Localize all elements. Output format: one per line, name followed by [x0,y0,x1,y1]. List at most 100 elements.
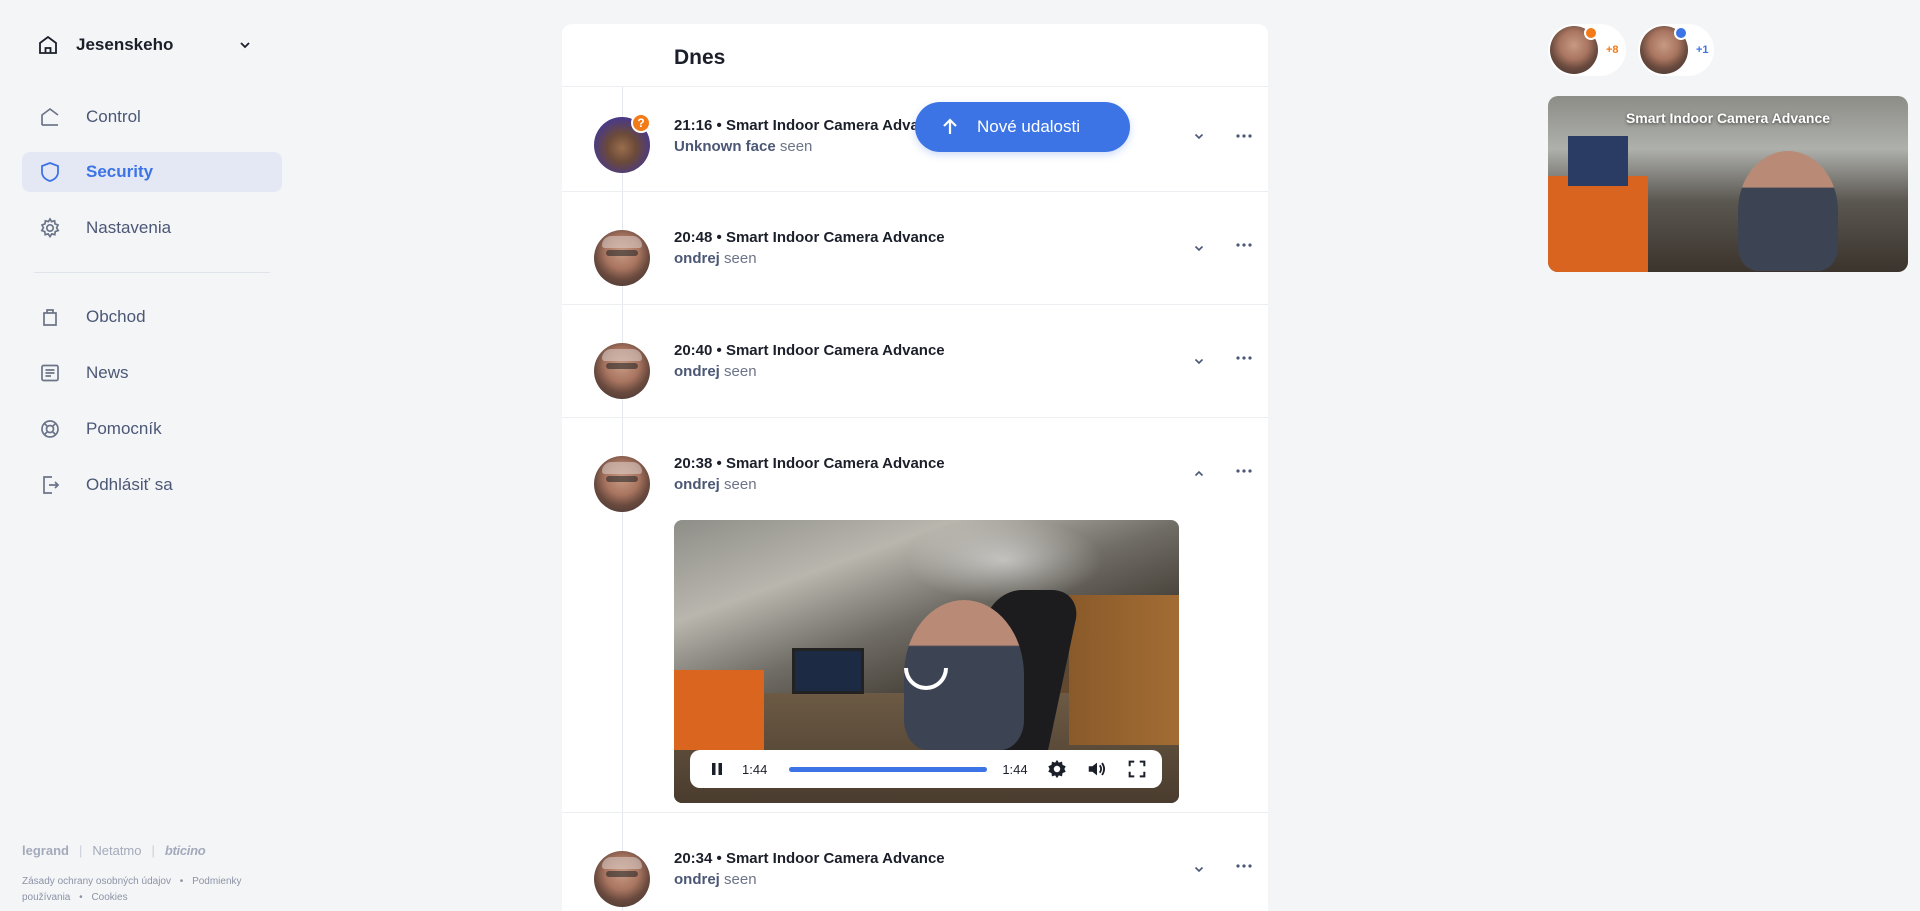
more-options-icon[interactable] [1232,349,1256,367]
event-title: 20:38 • Smart Indoor Camera Advance [674,455,945,472]
sidebar-item-control[interactable]: Control [22,97,282,137]
event-subtitle: Unknown face seen [674,138,812,155]
event-video-player[interactable]: 1:44 1:44 [674,520,1179,803]
event-camera: Smart Indoor Camera Advance [725,229,945,246]
event-person: ondrej [674,363,720,380]
brand-separator: | [78,843,83,858]
camera-frame-scene [1568,136,1628,186]
event-verb: seen [779,138,813,155]
shopping-bag-icon [43,309,57,326]
sidebar-item-shop[interactable]: Obchod [22,297,282,337]
status-dot [1584,26,1598,40]
event-title: 21:16 • Smart Indoor Camera Advance [674,117,945,134]
people-group-chip[interactable]: +8 [1548,24,1626,76]
more-options-icon[interactable] [1232,857,1256,875]
video-frame-scene [1069,595,1179,745]
feed-day-heading: Dnes [674,46,726,69]
event-camera: Smart Indoor Camera Advance [725,850,945,867]
sidebar-item-settings[interactable]: Nastavenia [22,208,282,248]
status-dot [1674,26,1688,40]
cookies-link[interactable]: Cookies [91,892,127,903]
event-row[interactable]: 20:40 • Smart Indoor Camera Advance ondr… [562,305,1268,418]
person-avatar [594,230,650,286]
person-avatar [1640,26,1688,74]
people-count: +1 [1696,44,1709,56]
footer-bullet: • [179,876,184,887]
people-group-chip[interactable]: +1 [1638,24,1714,76]
home-selector[interactable]: Jesenskeho [22,28,268,62]
event-camera: Smart Indoor Camera Advance [725,117,945,134]
home-name: Jesenskeho [76,35,174,54]
shield-icon [41,162,59,182]
event-subtitle: ondrej seen [674,476,757,493]
more-options-icon[interactable] [1232,127,1256,145]
event-verb: seen [724,250,757,267]
brand-logos: legrand | Netatmo | bticino [22,843,206,858]
netatmo-logo: Netatmo [92,843,142,858]
arrow-up-icon [943,118,957,134]
camera-live-card[interactable]: Smart Indoor Camera Advance [1548,96,1908,272]
chevron-down-icon [240,42,250,49]
more-options-icon[interactable] [1232,236,1256,254]
event-person: Unknown face [674,138,776,155]
expand-chevron-icon[interactable] [1190,127,1208,145]
event-subtitle: ondrej seen [674,871,757,888]
brand-separator: | [151,843,155,858]
event-row[interactable]: 20:34 • Smart Indoor Camera Advance ondr… [562,813,1268,911]
current-time: 1:44 [742,761,768,777]
event-time: 20:38 [674,455,713,472]
sidebar-item-news[interactable]: News [22,353,282,393]
sidebar-item-label: Odhlásiť sa [86,475,173,494]
duration-time: 1:44 [1002,761,1028,777]
sidebar-divider [34,272,270,273]
sidebar-item-label: Security [86,162,154,181]
unknown-face-badge: ? [631,113,651,133]
expand-chevron-icon[interactable] [1190,239,1208,257]
camera-frame-scene [1548,176,1648,272]
footer-links: Zásady ochrany osobných údajov • Podmien… [22,874,262,906]
new-events-button[interactable]: Nové udalosti [915,102,1130,152]
gear-icon [40,217,60,239]
expand-chevron-icon[interactable] [1190,860,1208,878]
sidebar-item-label: Pomocník [86,419,162,438]
sidebar-item-help[interactable]: Pomocník [22,409,282,449]
camera-frame-scene [1738,151,1838,271]
sidebar-item-logout[interactable]: Odhlásiť sa [22,465,282,505]
sidebar-item-security[interactable]: Security [22,152,282,192]
event-subtitle: ondrej seen [674,363,757,380]
settings-gear-icon[interactable] [1046,758,1068,780]
new-events-label: Nové udalosti [977,117,1081,136]
event-person: ondrej [674,871,720,888]
privacy-link[interactable]: Zásady ochrany osobných údajov [22,876,171,887]
volume-icon[interactable] [1086,758,1108,780]
progress-bar[interactable] [789,766,988,772]
pause-icon[interactable] [710,762,724,776]
logout-icon [43,476,60,494]
collapse-chevron-icon[interactable] [1190,465,1208,483]
person-avatar [594,456,650,512]
more-options-icon[interactable] [1232,462,1256,480]
home-icon [39,35,57,54]
fullscreen-icon[interactable] [1126,758,1148,780]
expand-chevron-icon[interactable] [1190,352,1208,370]
event-person: ondrej [674,250,720,267]
person-avatar [594,851,650,907]
events-feed: Dnes ? 21:16 • Smart Indoor Camera Advan… [562,24,1268,911]
event-camera: Smart Indoor Camera Advance [725,455,945,472]
footer-bullet: • [79,892,83,903]
sidebar-item-label: News [86,363,129,382]
event-verb: seen [724,363,757,380]
event-person: ondrej [674,476,720,493]
video-frame-scene [674,670,764,750]
event-subtitle: ondrej seen [674,250,757,267]
sidebar-item-label: Control [86,107,141,126]
control-icon [41,107,59,126]
event-time: 20:40 [674,342,713,359]
event-row-expanded[interactable]: 20:38 • Smart Indoor Camera Advance ondr… [562,418,1268,813]
event-row[interactable]: ? 21:16 • Smart Indoor Camera Advance Un… [562,87,1268,192]
event-camera: Smart Indoor Camera Advance [725,342,945,359]
camera-card-title: Smart Indoor Camera Advance [1625,110,1831,126]
person-avatar [594,343,650,399]
event-row[interactable]: 20:48 • Smart Indoor Camera Advance ondr… [562,192,1268,305]
bticino-logo: bticino [164,843,206,858]
